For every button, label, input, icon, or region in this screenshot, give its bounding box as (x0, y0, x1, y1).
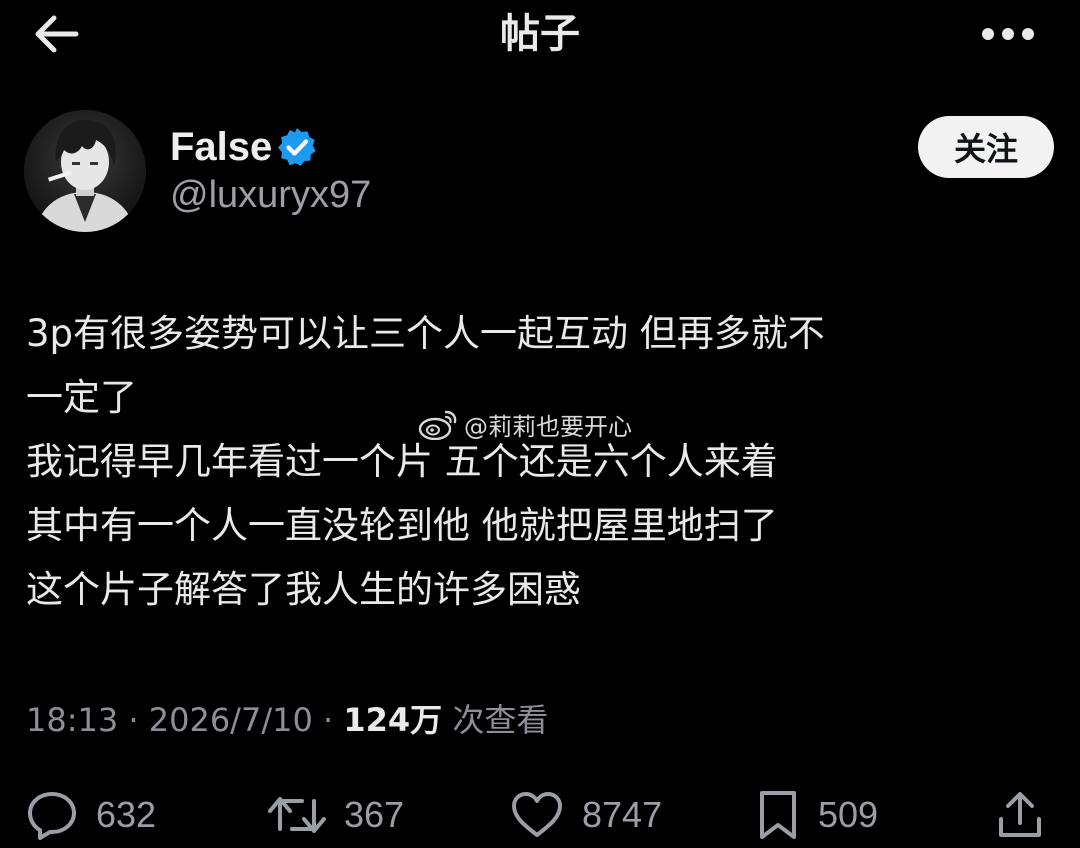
watermark-text: @莉莉也要开心 (464, 412, 632, 441)
bookmark-icon (760, 791, 796, 839)
post-text: 3p有很多姿势可以让三个人一起互动 但再多就不 一定了 我记得早几年看过一个片 … (26, 302, 1046, 622)
weibo-logo-icon (418, 410, 457, 440)
author-row: False @luxuryx97 关注 (24, 110, 1054, 240)
post-line: 这个片子解答了我人生的许多困惑 (26, 568, 581, 611)
share-icon (999, 792, 1041, 837)
bookmark-button[interactable]: 509 (756, 782, 878, 848)
post-line: 3p有很多姿势可以让三个人一起互动 但再多就不 (26, 312, 825, 355)
action-bar: 632 367 8747 509 (0, 782, 1080, 848)
view-count[interactable]: 124万 (343, 701, 442, 739)
display-name[interactable]: False (170, 124, 272, 170)
reply-icon (28, 792, 76, 840)
meta-separator: · (322, 701, 344, 739)
user-handle[interactable]: @luxuryx97 (170, 172, 371, 218)
repost-count: 367 (344, 794, 405, 835)
reply-button[interactable]: 632 (26, 782, 156, 848)
share-button[interactable] (996, 782, 1044, 848)
heart-icon (512, 792, 562, 837)
top-bar: 帖子 (0, 0, 1080, 70)
post-date: 2026/7/10 (148, 701, 313, 739)
watermark: @莉莉也要开心 (418, 406, 632, 442)
follow-button[interactable]: 关注 (918, 116, 1054, 178)
post-meta: 18:13 · 2026/7/10 · 124万 次查看 (26, 696, 548, 744)
repost-icon (268, 797, 326, 833)
meta-separator: · (128, 701, 149, 739)
reply-count: 632 (96, 794, 157, 835)
bookmark-count: 509 (818, 794, 879, 835)
avatar-image (24, 110, 146, 232)
verified-badge-icon (278, 128, 316, 166)
more-horizontal-icon (982, 28, 1034, 40)
view-count-label: 次查看 (452, 701, 549, 739)
more-options-button[interactable] (976, 14, 1040, 54)
like-button[interactable]: 8747 (510, 782, 662, 848)
post-time: 18:13 (26, 701, 119, 739)
page-title: 帖子 (500, 11, 580, 57)
post-line: 其中有一个人一直没轮到他 他就把屋里地扫了 (26, 504, 778, 547)
repost-button[interactable]: 367 (268, 782, 404, 848)
like-count: 8747 (582, 794, 663, 835)
avatar[interactable] (24, 110, 146, 232)
